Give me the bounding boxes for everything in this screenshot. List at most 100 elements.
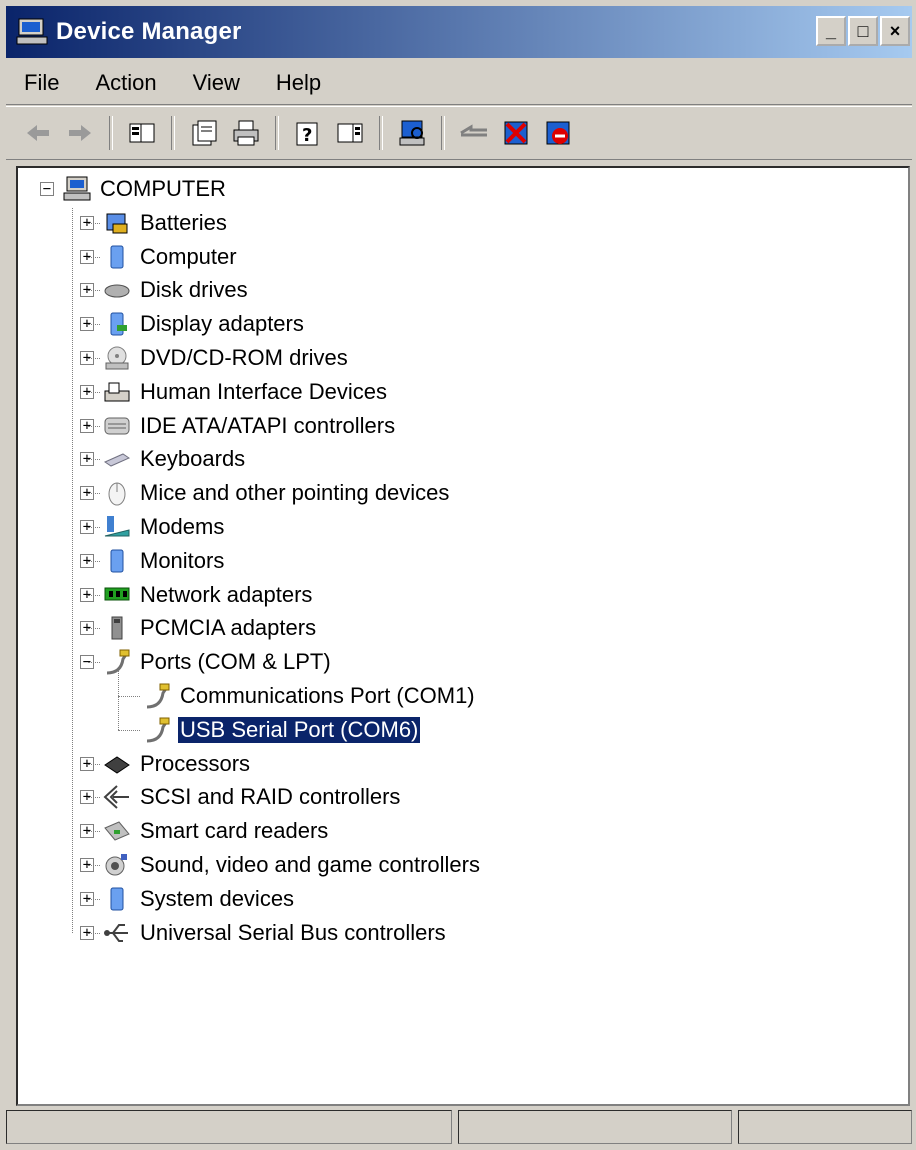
status-panel-3 (738, 1110, 912, 1144)
toolbar-separator (109, 116, 113, 150)
tree-item-label: System devices (140, 885, 295, 911)
menu-file[interactable]: File (6, 70, 77, 96)
tree-item-label: Keyboards (140, 446, 246, 472)
disk-drive-icon (102, 275, 132, 305)
tree-item-label: Network adapters (140, 581, 313, 607)
tree-item[interactable]: Human Interface Devices (102, 377, 389, 407)
tree-item-label: Processors (140, 750, 251, 776)
tree-item-label: Batteries (140, 209, 227, 235)
processor-icon (102, 749, 132, 779)
tree-item[interactable]: Monitors (102, 546, 226, 576)
pcmcia-icon (102, 613, 132, 643)
tree-connector (88, 493, 100, 495)
show-hide-tree-icon[interactable] (124, 115, 160, 151)
device-tree[interactable]: − COMPUTER + Batteries + Computer + Disk drives… (16, 166, 910, 1106)
tree-item-label: Ports (COM & LPT) (140, 649, 331, 675)
tree-item[interactable]: Mice and other pointing devices (102, 478, 451, 508)
tree-connector (118, 671, 119, 730)
tree-item[interactable]: Sound, video and game controllers (102, 850, 482, 880)
tree-item[interactable]: Computer (102, 242, 239, 272)
disable-icon[interactable] (540, 115, 576, 151)
tree-item[interactable]: Ports (COM & LPT) (102, 647, 333, 677)
device-manager-window: Device Manager _ □ × File Action View He… (0, 0, 916, 1150)
tree-item-label: COMPUTER (100, 176, 226, 201)
mouse-icon (102, 478, 132, 508)
hid-icon (102, 377, 132, 407)
menu-view[interactable]: View (175, 70, 258, 96)
tree-connector (88, 594, 100, 596)
tree-item[interactable]: Batteries (102, 208, 229, 238)
menu-help[interactable]: Help (258, 70, 339, 96)
modem-icon (102, 512, 132, 542)
tree-item-label: SCSI and RAID controllers (140, 784, 401, 810)
computer-root-icon (62, 174, 92, 204)
monitor-icon (102, 546, 132, 576)
tree-item-label: Monitors (140, 547, 225, 573)
tree-item-child[interactable]: Communications Port (COM1) (142, 681, 477, 711)
port-icon (142, 715, 172, 745)
tree-item-label: PCMCIA adapters (140, 615, 317, 641)
minimize-button[interactable]: _ (816, 16, 846, 46)
uninstall-icon[interactable] (498, 115, 534, 151)
tree-connector (118, 696, 140, 697)
tree-connector (88, 527, 100, 528)
tree-item[interactable]: Processors (102, 749, 252, 779)
tree-connector (88, 256, 100, 258)
tree-item[interactable]: Display adapters (102, 309, 306, 339)
tree-connector (88, 797, 100, 799)
help-icon[interactable]: ? (290, 115, 326, 151)
tree-connector (88, 222, 100, 224)
tree-expander[interactable]: − (40, 182, 54, 196)
tree-item[interactable]: SCSI and RAID controllers (102, 782, 402, 812)
menu-bar: File Action View Help (6, 62, 912, 105)
tree-item[interactable]: Smart card readers (102, 816, 330, 846)
tree-item-label: Human Interface Devices (140, 378, 387, 404)
tree-item-label: Sound, video and game controllers (140, 852, 480, 877)
tree-item[interactable]: Modems (102, 512, 226, 542)
title-bar[interactable]: Device Manager _ □ × (6, 6, 912, 58)
tree-item[interactable]: Network adapters (102, 580, 314, 610)
tree-item[interactable]: Keyboards (102, 444, 247, 474)
tree-item[interactable]: Disk drives (102, 275, 250, 305)
tree-connector (88, 391, 100, 393)
scsi-icon (102, 782, 132, 812)
status-panel-1 (6, 1110, 452, 1144)
smart-card-icon (102, 816, 132, 846)
tree-connector (88, 358, 100, 359)
computer-icon (102, 242, 132, 272)
tree-item-label: Display adapters (140, 311, 304, 337)
tree-item-child[interactable]: USB Serial Port (COM6) (142, 715, 422, 745)
keyboard-icon (102, 444, 132, 474)
tree-item[interactable]: DVD/CD-ROM drives (102, 343, 350, 373)
tree-root-computer[interactable]: COMPUTER (62, 174, 228, 204)
tree-item-label: Modems (140, 514, 225, 539)
tree-item-label: IDE ATA/ATAPI controllers (140, 412, 396, 438)
show-action-pane-icon[interactable] (332, 115, 368, 151)
tree-item-label: Computer (140, 243, 237, 269)
tree-item[interactable]: PCMCIA adapters (102, 613, 318, 643)
tree-item[interactable]: IDE ATA/ATAPI controllers (102, 411, 397, 441)
properties-icon[interactable] (186, 115, 222, 151)
tree-item[interactable]: System devices (102, 884, 296, 914)
tree-item[interactable]: Universal Serial Bus controllers (102, 918, 448, 948)
forward-icon[interactable] (62, 115, 98, 151)
update-driver-icon[interactable] (456, 115, 492, 151)
menu-action[interactable]: Action (77, 70, 174, 96)
print-icon[interactable] (228, 115, 264, 151)
tree-item-label: Universal Serial Bus controllers (140, 919, 446, 945)
system-devices-icon (102, 884, 132, 914)
tree-item-label: Smart card readers (140, 818, 329, 844)
window-title: Device Manager (56, 18, 242, 45)
toolbar-separator (379, 116, 383, 150)
network-adapter-icon (102, 580, 132, 610)
tree-connector (88, 898, 100, 900)
tree-connector (88, 560, 100, 562)
maximize-button[interactable]: □ (848, 16, 878, 46)
scan-hardware-icon[interactable] (394, 115, 430, 151)
port-icon (142, 681, 172, 711)
toolbar-separator (275, 116, 279, 150)
close-button[interactable]: × (880, 16, 910, 46)
back-icon[interactable] (20, 115, 56, 151)
toolbar-separator (441, 116, 445, 150)
tree-connector (88, 290, 100, 292)
